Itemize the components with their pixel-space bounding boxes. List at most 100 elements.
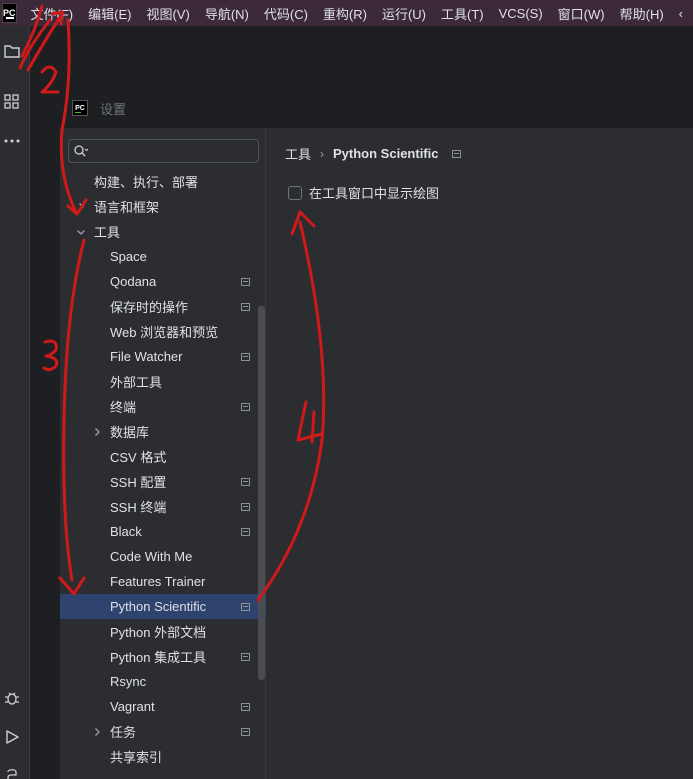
chevron-right-icon[interactable] (92, 427, 102, 437)
menu-item-3[interactable]: 导航(N) (205, 4, 249, 23)
breadcrumb-current: Python Scientific (333, 146, 439, 161)
tree-item-label: Code With Me (110, 549, 193, 564)
tree-item-9[interactable]: 终端 (60, 394, 266, 419)
search-input[interactable] (91, 143, 251, 159)
breadcrumb-separator: › (320, 146, 325, 161)
tree-item-label: Qodana (110, 274, 157, 289)
project-level-icon (241, 502, 250, 511)
breadcrumb: 工具 › Python Scientific (285, 144, 462, 163)
show-plots-option[interactable]: 在工具窗口中显示绘图 (288, 183, 439, 202)
tree-item-18[interactable]: Python 外部文档 (60, 619, 266, 644)
project-level-icon (241, 477, 250, 486)
tree-item-4[interactable]: Qodana (60, 269, 266, 294)
tree-item-10[interactable]: 数据库 (60, 419, 266, 444)
tree-item-16[interactable]: Features Trainer (60, 569, 266, 594)
menu-item-1[interactable]: 编辑(E) (88, 4, 131, 23)
menu-item-9[interactable]: 窗口(W) (558, 4, 605, 23)
menu-item-6[interactable]: 运行(U) (382, 4, 426, 23)
debug-icon[interactable] (3, 689, 21, 707)
tree-item-21[interactable]: Vagrant (60, 694, 266, 719)
tree-item-label: 终端 (110, 400, 137, 415)
left-tool-strip (0, 26, 30, 779)
tree-item-label: CSV 格式 (110, 450, 167, 465)
tree-item-label: 工具 (94, 225, 121, 240)
tree-item-3[interactable]: Space (60, 244, 266, 269)
menu-item-5[interactable]: 重构(R) (323, 4, 367, 23)
tree-item-label: Vagrant (110, 699, 155, 714)
more-icon[interactable] (3, 132, 21, 150)
project-level-icon (241, 702, 250, 711)
project-level-icon (241, 652, 250, 661)
tree-item-19[interactable]: Python 集成工具 (60, 644, 266, 669)
tree-item-label: File Watcher (110, 349, 183, 364)
menu-item-7[interactable]: 工具(T) (441, 4, 484, 23)
tree-item-label: Black (110, 524, 142, 539)
python-console-icon[interactable] (3, 766, 21, 779)
settings-tree-pane: 构建、执行、部署 语言和框架工具 Space Qodana 保存时的操作 Web 浏览器和… (60, 128, 266, 779)
tree-item-0[interactable]: 构建、执行、部署 (60, 169, 266, 194)
menu-item-11[interactable]: ‹ (679, 6, 683, 21)
tree-item-label: Features Trainer (110, 574, 206, 589)
menu-item-4[interactable]: 代码(C) (264, 4, 308, 23)
tree-item-6[interactable]: Web 浏览器和预览 (60, 319, 266, 344)
annotation-3-digit (42, 339, 59, 372)
tree-item-label: SSH 配置 (110, 475, 167, 490)
tree-item-23[interactable]: 共享索引 (60, 744, 266, 769)
tree-item-22[interactable]: 任务 (60, 719, 266, 744)
show-plots-label[interactable]: 在工具窗口中显示绘图 (309, 183, 439, 202)
annotation-2-digit (40, 65, 60, 94)
settings-dialog: PC 设置 构建、执行、部署 语言和框架 工具 Space Qodana 保存时的操作 We… (60, 88, 693, 779)
dialog-title-bar: PC 设置 (60, 88, 693, 128)
pycharm-logo-icon: PC (72, 100, 88, 116)
menu-items: 文件(F) 编辑(E) 视图(V) 导航(N) 代码(C) 重构(R) 运行(U) 工具(T)… (31, 4, 693, 23)
tree-item-14[interactable]: Black (60, 519, 266, 544)
main-menu-bar: PC 文件(F) 编辑(E) 视图(V) 导航(N) 代码(C) 重构(R) 运行(U) 工具… (0, 0, 693, 26)
project-level-icon (241, 277, 250, 286)
tree-item-label: 外部工具 (110, 375, 163, 390)
project-level-icon (241, 302, 250, 311)
tree-item-label: Rsync (110, 674, 147, 689)
tree-item-label: 共享索引 (110, 750, 163, 765)
breadcrumb-parent[interactable]: 工具 (285, 144, 311, 163)
tree-item-label: 构建、执行、部署 (94, 175, 199, 190)
tree-item-15[interactable]: Code With Me (60, 544, 266, 569)
menu-item-10[interactable]: 帮助(H) (620, 4, 664, 23)
dialog-title: 设置 (100, 101, 127, 117)
menu-item-2[interactable]: 视图(V) (146, 4, 189, 23)
tree-item-label: 任务 (110, 725, 137, 740)
tree-item-20[interactable]: Rsync (60, 669, 266, 694)
tree-item-label: Space (110, 249, 147, 264)
tree-item-11[interactable]: CSV 格式 (60, 444, 266, 469)
tree-item-label: Python Scientific (110, 599, 207, 614)
tree-item-7[interactable]: File Watcher (60, 344, 266, 369)
pycharm-logo-icon: PC (2, 3, 17, 23)
tree-item-13[interactable]: SSH 终端 (60, 494, 266, 519)
settings-search-box[interactable] (68, 139, 259, 163)
project-level-icon (241, 402, 250, 411)
tree-item-2[interactable]: 工具 (60, 219, 266, 244)
tree-item-label: Python 集成工具 (110, 650, 207, 665)
tree-item-12[interactable]: SSH 配置 (60, 469, 266, 494)
menu-item-8[interactable]: VCS(S) (499, 6, 543, 21)
search-icon (74, 145, 89, 157)
tree-scrollbar[interactable] (258, 306, 265, 680)
project-level-icon (241, 527, 250, 536)
run-icon[interactable] (3, 728, 21, 746)
chevron-right-icon[interactable] (92, 727, 102, 737)
tree-item-label: 语言和框架 (94, 200, 160, 215)
chevron-right-icon[interactable] (76, 202, 86, 212)
show-plots-checkbox[interactable] (288, 185, 302, 200)
tree-item-label: Python 外部文档 (110, 625, 207, 640)
chevron-down-icon[interactable] (76, 227, 86, 237)
tree-item-17[interactable]: Python Scientific (60, 594, 266, 619)
tree-item-8[interactable]: 外部工具 (60, 369, 266, 394)
folder-icon[interactable] (3, 42, 21, 60)
project-level-icon (241, 352, 250, 361)
project-level-icon (241, 727, 250, 736)
menu-item-0[interactable]: 文件(F) (31, 4, 74, 23)
tree-item-5[interactable]: 保存时的操作 (60, 294, 266, 319)
tree-item-1[interactable]: 语言和框架 (60, 194, 266, 219)
tree-item-label: 保存时的操作 (110, 300, 189, 315)
structure-icon[interactable] (3, 93, 21, 111)
settings-content-pane: 工具 › Python Scientific 在工具窗口中显示绘图 (267, 128, 693, 779)
